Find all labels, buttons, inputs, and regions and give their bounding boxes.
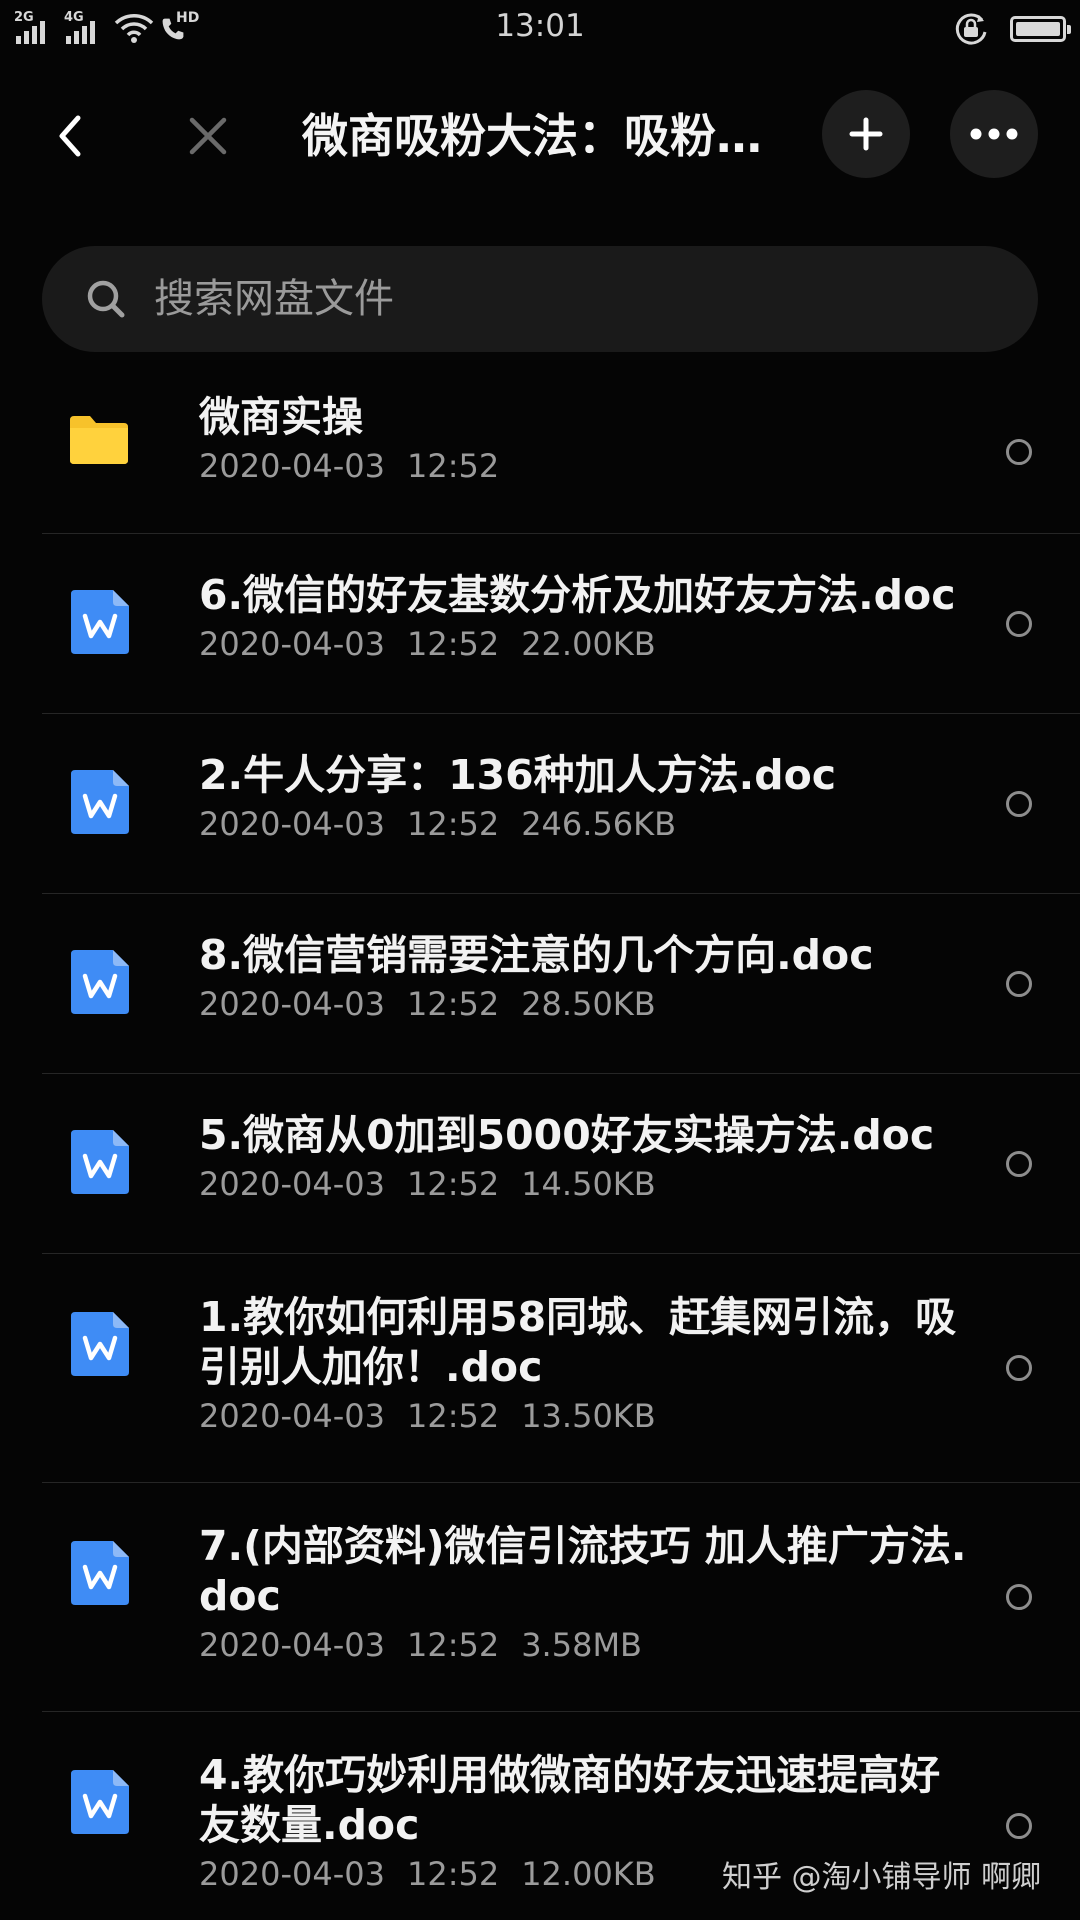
file-name: 8.微信营销需要注意的几个方向.doc xyxy=(199,931,874,979)
screen: 2G 4G HD 13:01 微商吸粉大法：吸粉… 搜索网盘文件 微商实操 20… xyxy=(0,0,1080,1920)
select-radio[interactable] xyxy=(1006,791,1032,817)
more-button[interactable] xyxy=(950,90,1038,178)
file-meta: 2020-04-03 12:52 13.50KB xyxy=(199,1396,969,1436)
watermark: 知乎 @淘小铺导师 啊卿 xyxy=(722,1860,1042,1895)
file-date: 2020-04-03 xyxy=(199,1626,385,1664)
file-time: 12:52 xyxy=(406,447,500,485)
file-meta: 2020-04-03 12:52 246.56KB xyxy=(199,804,969,844)
word-doc-icon xyxy=(71,1130,129,1198)
file-info: 5.微商从0加到5000好友实操方法.doc 2020-04-03 12:52 14.… xyxy=(199,1110,969,1204)
title-bar: 微商吸粉大法：吸粉… xyxy=(0,90,1080,180)
file-date: 2020-04-03 xyxy=(199,1165,385,1203)
plus-icon xyxy=(849,117,883,151)
file-size: 13.50KB xyxy=(521,1397,656,1435)
file-name: 4.教你巧妙利用做微商的好友迅速提高好友数量.doc xyxy=(199,1751,941,1849)
file-date: 2020-04-03 xyxy=(199,805,385,843)
folder-icon xyxy=(68,414,130,470)
file-time: 12:52 xyxy=(406,1397,500,1435)
file-info: 8.微信营销需要注意的几个方向.doc 2020-04-03 12:52 28.50K… xyxy=(199,930,969,1024)
select-radio[interactable] xyxy=(1006,1151,1032,1177)
file-time: 12:52 xyxy=(406,1165,500,1203)
file-meta: 2020-04-03 12:52 3.58MB xyxy=(199,1625,969,1665)
file-info: 微商实操 2020-04-03 12:52 xyxy=(199,392,969,486)
file-meta: 2020-04-03 12:52 14.50KB xyxy=(199,1164,969,1204)
file-size: 14.50KB xyxy=(521,1165,656,1203)
file-time: 12:52 xyxy=(406,1855,500,1893)
file-time: 12:52 xyxy=(406,1626,500,1664)
rotation-lock-icon xyxy=(955,13,987,45)
file-size: 28.50KB xyxy=(521,985,656,1023)
back-arrow-icon xyxy=(59,115,81,157)
word-doc-icon xyxy=(71,770,129,838)
file-time: 12:52 xyxy=(406,985,500,1023)
file-date: 2020-04-03 xyxy=(199,1855,385,1893)
close-button[interactable] xyxy=(180,108,236,164)
select-radio[interactable] xyxy=(1006,1355,1032,1381)
file-row[interactable]: 2.牛人分享：136种加人方法.doc 2020-04-03 12:52 246.56… xyxy=(42,714,1080,894)
more-icon xyxy=(970,128,1018,140)
file-meta: 2020-04-03 12:52 28.50KB xyxy=(199,984,969,1024)
add-button[interactable] xyxy=(822,90,910,178)
file-name: 1.教你如何利用58同城、赶集网引流，吸引别人加你！.doc xyxy=(199,1293,957,1391)
file-size: 12.00KB xyxy=(521,1855,656,1893)
file-name: 5.微商从0加到5000好友实操方法.doc xyxy=(199,1111,935,1159)
select-radio[interactable] xyxy=(1006,611,1032,637)
status-time: 13:01 xyxy=(495,8,585,44)
file-info: 2.牛人分享：136种加人方法.doc 2020-04-03 12:52 246.56… xyxy=(199,750,969,844)
file-row[interactable]: 5.微商从0加到5000好友实操方法.doc 2020-04-03 12:52 14.… xyxy=(42,1074,1080,1254)
file-name: 7.(内部资料)微信引流技巧 加人推广方法.doc xyxy=(199,1522,967,1620)
file-meta: 2020-04-03 12:52 xyxy=(199,446,969,486)
file-row[interactable]: 7.(内部资料)微信引流技巧 加人推广方法.doc 2020-04-03 12:52… xyxy=(42,1483,1080,1712)
file-date: 2020-04-03 xyxy=(199,447,385,485)
file-time: 12:52 xyxy=(406,625,500,663)
file-date: 2020-04-03 xyxy=(199,985,385,1023)
file-meta: 2020-04-03 12:52 22.00KB xyxy=(199,624,969,664)
file-size: 22.00KB xyxy=(521,625,656,663)
file-size: 3.58MB xyxy=(521,1626,642,1664)
file-info: 1.教你如何利用58同城、赶集网引流，吸引别人加你！.doc 2020-04-03… xyxy=(199,1292,969,1436)
word-doc-icon xyxy=(71,950,129,1018)
page-title: 微商吸粉大法：吸粉… xyxy=(302,109,762,163)
battery-icon xyxy=(1010,16,1071,42)
file-size: 246.56KB xyxy=(521,805,677,843)
back-button[interactable] xyxy=(44,108,100,164)
file-name: 6.微信的好友基数分析及加好友方法.doc xyxy=(199,571,956,619)
search-input[interactable] xyxy=(154,246,974,352)
word-doc-icon xyxy=(71,1541,129,1609)
select-radio[interactable] xyxy=(1006,1813,1032,1839)
file-row[interactable]: 1.教你如何利用58同城、赶集网引流，吸引别人加你！.doc 2020-04-03… xyxy=(42,1254,1080,1483)
file-row[interactable]: 6.微信的好友基数分析及加好友方法.doc 2020-04-03 12:52 22.0… xyxy=(42,534,1080,714)
search-bar[interactable] xyxy=(42,246,1038,352)
file-date: 2020-04-03 xyxy=(199,625,385,663)
word-doc-icon xyxy=(71,1770,129,1838)
search-icon xyxy=(87,280,125,318)
close-icon xyxy=(189,117,227,155)
word-doc-icon xyxy=(71,590,129,658)
file-info: 7.(内部资料)微信引流技巧 加人推广方法.doc 2020-04-03 12:52… xyxy=(199,1521,969,1665)
file-name: 微商实操 xyxy=(199,393,363,441)
word-doc-icon xyxy=(71,1312,129,1380)
select-radio[interactable] xyxy=(1006,971,1032,997)
select-radio[interactable] xyxy=(1006,1584,1032,1610)
folder-row[interactable]: 微商实操 2020-04-03 12:52 xyxy=(42,370,1080,534)
file-info: 6.微信的好友基数分析及加好友方法.doc 2020-04-03 12:52 22.0… xyxy=(199,570,969,664)
file-time: 12:52 xyxy=(406,805,500,843)
file-list: 微商实操 2020-04-03 12:52 6.微信的好友基数分析及加好友方法.doc… xyxy=(0,370,1080,1920)
status-right xyxy=(952,10,1071,48)
file-row[interactable]: 8.微信营销需要注意的几个方向.doc 2020-04-03 12:52 28.50K… xyxy=(42,894,1080,1074)
select-radio[interactable] xyxy=(1006,439,1032,465)
file-name: 2.牛人分享：136种加人方法.doc xyxy=(199,751,837,799)
file-date: 2020-04-03 xyxy=(199,1397,385,1435)
status-bar: 2G 4G HD 13:01 xyxy=(0,0,1080,56)
